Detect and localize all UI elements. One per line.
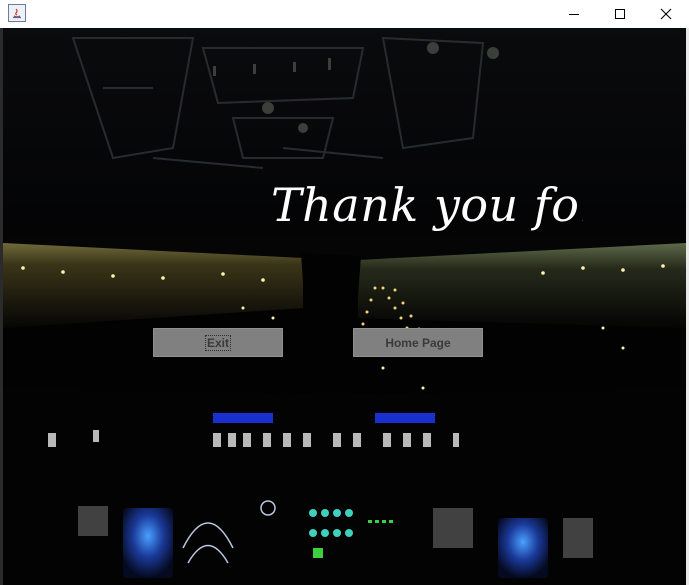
exit-button[interactable]: Exit <box>153 328 283 357</box>
minimize-icon <box>569 14 579 15</box>
cockpit-background-image <box>3 28 686 585</box>
application-window: Thank you for v Exit Home Page <box>0 0 689 585</box>
thank-you-headline: Thank you for v <box>271 178 583 232</box>
maximize-button[interactable] <box>597 0 643 28</box>
title-bar[interactable] <box>0 0 689 28</box>
home-page-button[interactable]: Home Page <box>353 328 483 357</box>
java-app-icon[interactable] <box>8 4 26 22</box>
minimize-button[interactable] <box>551 0 597 28</box>
exit-button-label: Exit <box>204 334 231 351</box>
home-page-button-label: Home Page <box>385 335 451 350</box>
content-panel: Thank you for v Exit Home Page <box>3 28 686 585</box>
close-icon <box>660 8 672 20</box>
maximize-icon <box>615 9 625 19</box>
close-button[interactable] <box>643 0 689 28</box>
